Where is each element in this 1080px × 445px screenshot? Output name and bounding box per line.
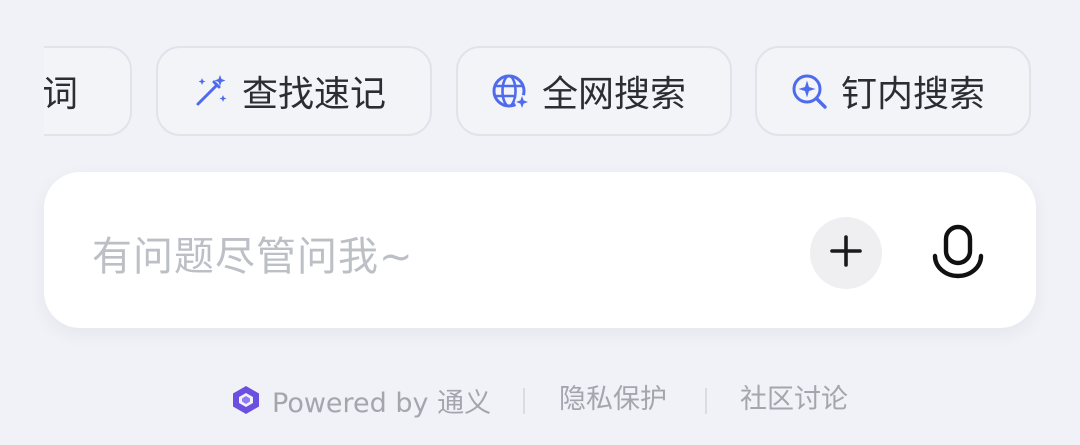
chip-internal-search-label: 钉内搜索 [841,74,986,115]
chip-web-search-label: 全网搜索 [542,74,687,115]
tongyi-logo-icon [230,384,262,416]
globe-sparkle-icon [490,71,530,111]
chip-find-notes-label: 查找速记 [242,74,387,115]
microphone-icon [930,223,986,283]
search-sparkle-icon [789,71,829,111]
chat-input[interactable]: 有问题尽管问我~ [92,224,414,282]
privacy-link[interactable]: 隐私保护 [559,380,667,420]
community-link[interactable]: 社区讨论 [740,380,848,420]
plus-icon [829,234,863,272]
chip-internal-search[interactable]: 钉内搜索 [755,46,1031,136]
footer-divider [705,388,707,414]
chat-input-card: 有问题尽管问我~ [44,172,1036,328]
magic-wand-icon [190,71,230,111]
voice-input-button[interactable] [918,217,998,289]
quick-actions-row: 示词 查找速记 全网搜索 [44,46,1080,140]
footer-divider [523,388,525,414]
chip-find-notes[interactable]: 查找速记 [156,46,432,136]
footer: Powered by 通义 隐私保护 社区讨论 [0,380,1080,420]
chip-prompt-words-label: 示词 [44,74,79,115]
powered-by: Powered by 通义 [230,380,491,420]
chip-prompt-words[interactable]: 示词 [44,46,132,136]
add-attachment-button[interactable] [810,217,882,289]
powered-by-text: Powered by 通义 [272,387,492,419]
chip-web-search[interactable]: 全网搜索 [456,46,732,136]
